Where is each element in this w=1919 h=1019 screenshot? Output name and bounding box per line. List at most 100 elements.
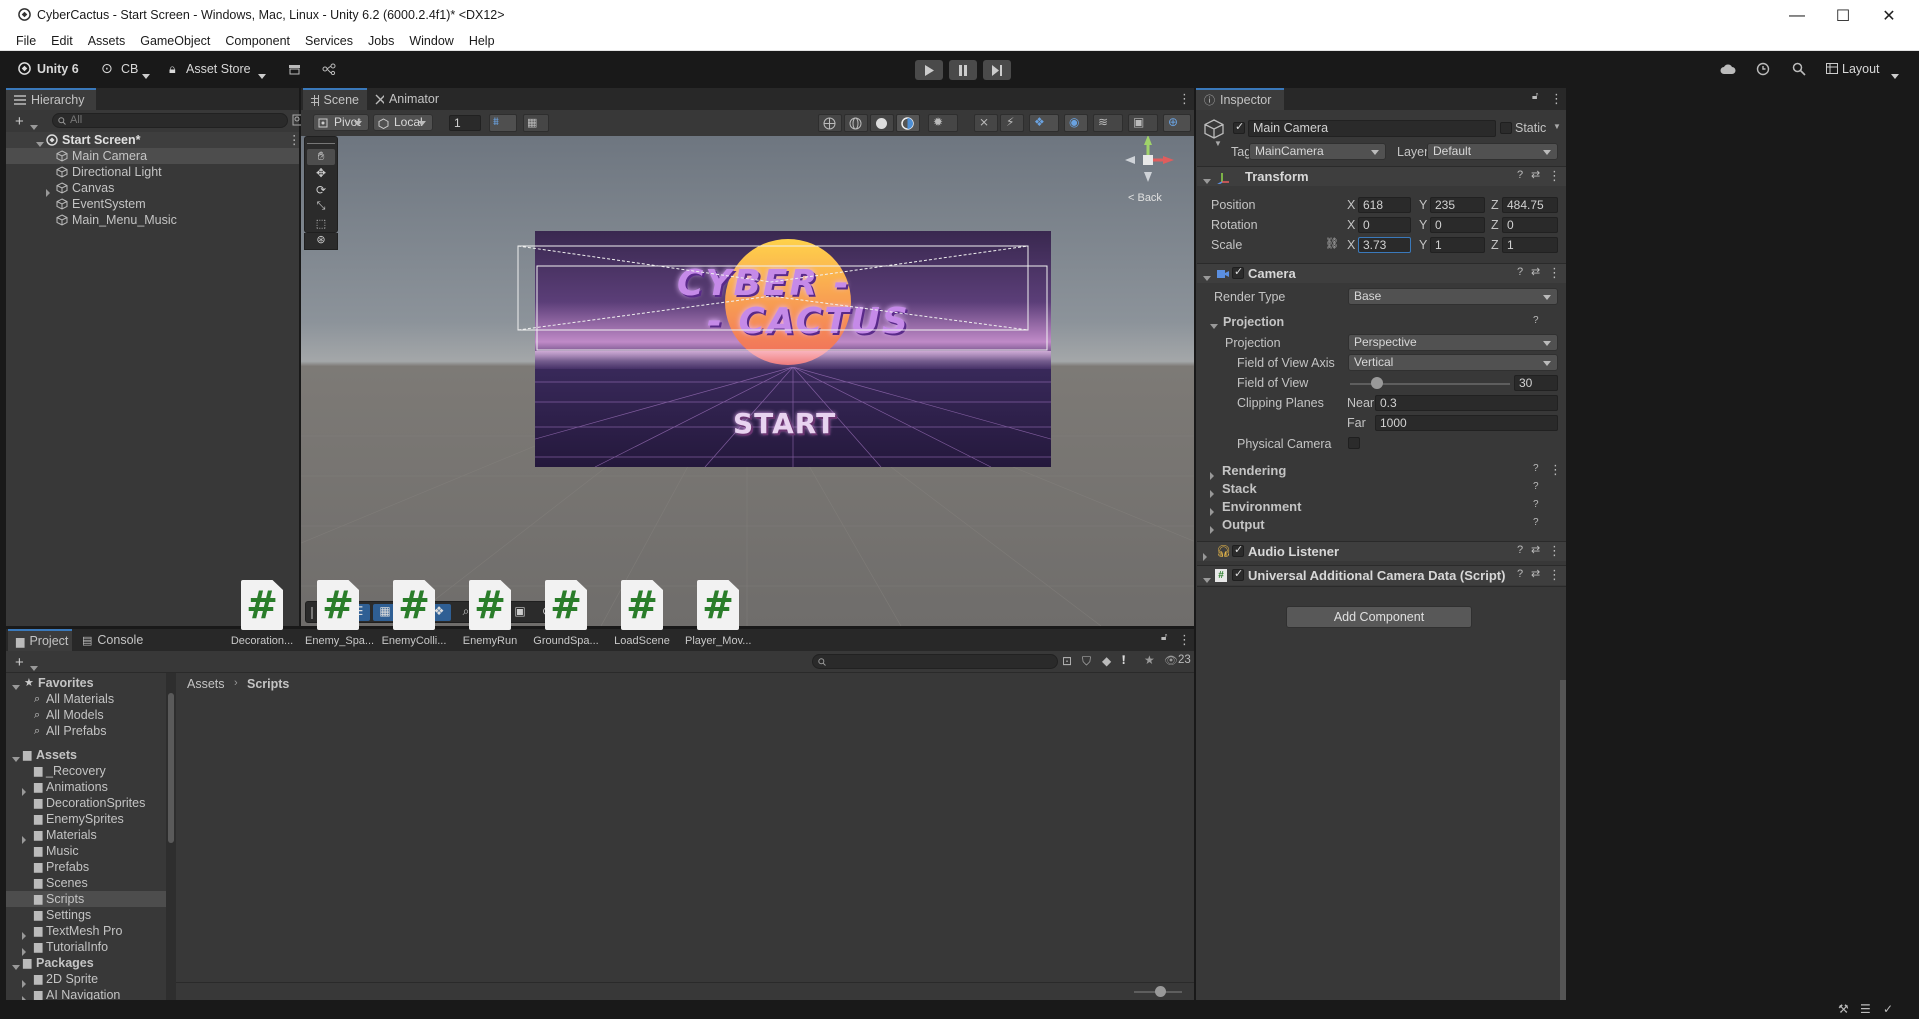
camera-enabled-checkbox[interactable]	[1232, 265, 1244, 279]
pause-button[interactable]	[949, 60, 977, 80]
help-icon[interactable]: ?	[1533, 517, 1539, 528]
lit-shading-button[interactable]	[896, 114, 920, 132]
projection-section-arrow-icon[interactable]	[1210, 318, 1218, 333]
tab-hierarchy[interactable]: Hierarchy	[6, 88, 96, 110]
output-section[interactable]: Output ?	[1197, 516, 1566, 534]
far-clip-field[interactable]: 1000	[1375, 415, 1558, 431]
static-checkbox[interactable]	[1500, 122, 1512, 134]
rotation-y-field[interactable]: 0	[1430, 217, 1485, 233]
folder-recovery[interactable]: ▆ _Recovery	[6, 763, 166, 779]
scale-x-field[interactable]: 3.73	[1358, 237, 1411, 253]
search-by-type-icon[interactable]: ⊡	[1062, 654, 1072, 668]
folder-materials[interactable]: ▆ Materials	[6, 827, 166, 844]
cloud-icon[interactable]	[1720, 63, 1736, 75]
asset-enemy-spawner-script[interactable]: # Enemy_Spa...	[305, 580, 374, 647]
folder-settings[interactable]: ▆ Settings	[6, 907, 166, 923]
grid-size-field[interactable]: 1	[449, 115, 481, 131]
memory-icon[interactable]: ☰	[1860, 1002, 1871, 1016]
hierarchy-item-main-camera[interactable]: Main Camera	[6, 148, 299, 164]
tag-dropdown[interactable]: MainCamera	[1249, 143, 1386, 160]
project-menu-icon[interactable]: ⋮	[1178, 632, 1191, 648]
maximize-button[interactable]: ☐	[1820, 0, 1866, 31]
transform-header[interactable]: Transform ? ⇄ ⋮	[1197, 166, 1566, 186]
account-button[interactable]: CB	[121, 62, 138, 76]
environment-section[interactable]: Environment ?	[1197, 498, 1566, 516]
presets-icon[interactable]: ⇄	[1531, 567, 1540, 580]
account-icon[interactable]: ⊙	[101, 60, 113, 77]
additional-data-checkbox[interactable]	[1232, 567, 1244, 581]
help-icon[interactable]: ?	[1533, 463, 1539, 474]
asset-decoration-script[interactable]: # Decoration...	[229, 580, 295, 647]
folder-prefabs[interactable]: ▆ Prefabs	[6, 859, 166, 875]
wireframe-shading-button[interactable]	[844, 114, 868, 132]
presets-icon[interactable]: ⇄	[1531, 265, 1540, 278]
scene-visibility-button[interactable]: ❖	[1029, 114, 1059, 132]
folder-tree-scroll-thumb[interactable]	[168, 693, 174, 843]
toggle-2d-button[interactable]: ⨯	[974, 114, 998, 132]
tab-console[interactable]: ▤ Console	[74, 629, 144, 651]
help-icon[interactable]: ?	[1533, 481, 1539, 492]
menu-gameobject[interactable]: GameObject	[140, 34, 210, 48]
scene-orientation-gizmo[interactable]	[1123, 136, 1193, 200]
help-icon[interactable]: ?	[1517, 544, 1523, 556]
inspector-lock-button[interactable]: 🔓︎	[1532, 91, 1538, 102]
section-menu-icon[interactable]: ⋮	[1549, 462, 1562, 478]
presets-icon[interactable]: ⇄	[1531, 543, 1540, 556]
zoom-slider-thumb[interactable]	[1155, 986, 1166, 997]
audio-listener-header[interactable]: 🎧︎ Audio Listener ? ⇄ ⋮	[1197, 541, 1566, 561]
fx-toggle-button[interactable]: ⚡︎	[1000, 114, 1024, 132]
tab-inspector[interactable]: ⓘ Inspector	[1196, 88, 1284, 110]
favorite-star-icon[interactable]: ★	[1144, 653, 1155, 667]
folder-scripts[interactable]: ▆ Scripts	[6, 891, 166, 907]
package-ai-navigation[interactable]: ▆ AI Navigation	[6, 987, 166, 1000]
visibility-toggle-button[interactable]: ◉	[1064, 114, 1088, 132]
help-icon[interactable]: ?	[1533, 315, 1539, 326]
shaded-button[interactable]	[870, 114, 894, 132]
fov-axis-dropdown[interactable]: Vertical	[1348, 354, 1558, 371]
menu-jobs[interactable]: Jobs	[368, 34, 394, 48]
label-icon[interactable]: ◆	[1102, 654, 1111, 668]
gizmos-button[interactable]: ⊕	[1163, 114, 1191, 132]
presets-icon[interactable]: ⇄	[1531, 168, 1540, 181]
render-settings-button[interactable]: ✹	[928, 114, 958, 132]
rotation-x-field[interactable]: 0	[1358, 217, 1411, 233]
create-asset-button[interactable]: +	[15, 654, 24, 671]
hidden-packages-icon[interactable]: 👁︎	[1164, 654, 1178, 667]
rendering-section[interactable]: Rendering ? ⋮	[1197, 462, 1566, 480]
hand-tool-button[interactable]: ✋︎	[307, 149, 335, 165]
inspector-scrollbar[interactable]	[1560, 680, 1566, 1000]
grid-snap-button[interactable]: ⩩	[489, 114, 517, 132]
scene-viewport[interactable]: CYBER - - CACTUS START ✋︎ ✥ ⟳ ⤡ ⬚ ⊛ y 🔒︎…	[301, 136, 1194, 626]
tab-project[interactable]: ▆ Project	[8, 629, 72, 651]
gameobject-active-checkbox[interactable]	[1233, 120, 1245, 134]
component-menu-icon[interactable]: ⋮	[1548, 567, 1561, 583]
add-component-button[interactable]: Add Component	[1286, 606, 1472, 628]
tab-animator[interactable]: Animator	[367, 88, 447, 110]
component-menu-icon[interactable]: ⋮	[1548, 168, 1561, 184]
gameobject-name-field[interactable]: Main Camera	[1248, 120, 1496, 137]
error-filter-icon[interactable]: ❗︎	[1122, 653, 1125, 668]
help-icon[interactable]: ?	[1517, 266, 1523, 278]
near-clip-field[interactable]: 0.3	[1375, 395, 1558, 411]
move-tool-button[interactable]: ✥	[307, 166, 335, 182]
rotate-tool-button[interactable]: ⟳	[307, 183, 335, 199]
close-window-button[interactable]: ✕	[1866, 0, 1912, 31]
render-type-dropdown[interactable]: Base	[1348, 288, 1558, 305]
hierarchy-item-canvas[interactable]: Canvas	[6, 180, 299, 197]
layout-dropdown[interactable]: Layout	[1842, 62, 1880, 76]
scene-back-button[interactable]: < Back	[1128, 192, 1162, 204]
snap-settings-button[interactable]: ▦	[523, 114, 549, 132]
folder-music[interactable]: ▆ Music	[6, 843, 166, 859]
history-icon[interactable]	[1756, 62, 1770, 76]
draw-mode-button[interactable]	[818, 114, 842, 132]
version-control-icon[interactable]	[322, 63, 336, 75]
menu-file[interactable]: File	[16, 34, 36, 48]
component-menu-icon[interactable]: ⋮	[1548, 265, 1561, 281]
favorite-all-prefabs[interactable]: ⌕ All Prefabs	[6, 723, 166, 739]
position-y-field[interactable]: 235	[1430, 197, 1485, 213]
scale-z-field[interactable]: 1	[1502, 237, 1558, 253]
project-search-field[interactable]	[812, 654, 1058, 669]
position-x-field[interactable]: 618	[1358, 197, 1411, 213]
hierarchy-item-eventsystem[interactable]: EventSystem	[6, 196, 299, 212]
layers-button[interactable]: ≋	[1093, 114, 1123, 132]
